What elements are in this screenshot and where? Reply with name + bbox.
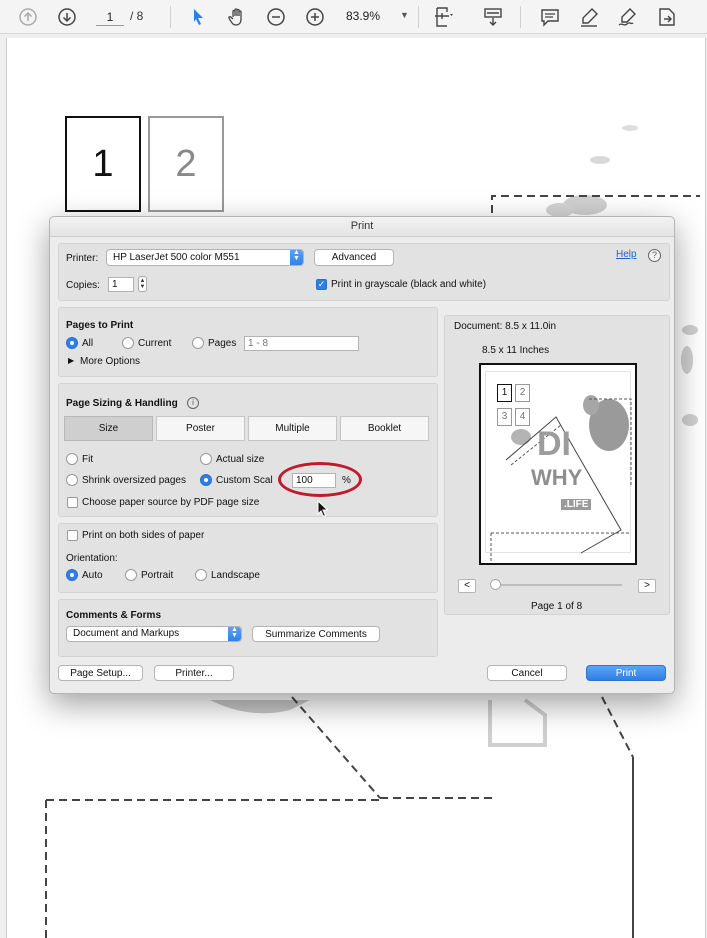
background-page-box-2: 2 bbox=[148, 116, 224, 212]
duplex-label: Print on both sides of paper bbox=[82, 530, 205, 541]
printer-select[interactable]: HP LaserJet 500 color M551 ▲ ▼ bbox=[106, 249, 304, 266]
printer-label: Printer: bbox=[66, 253, 99, 264]
grayscale-checkbox[interactable]: ✓ bbox=[316, 279, 327, 290]
current-page-label: Current bbox=[138, 338, 172, 349]
page-setup-button[interactable]: Page Setup... bbox=[58, 665, 143, 681]
fit-label: Fit bbox=[82, 454, 94, 465]
dialog-title: Print bbox=[50, 217, 674, 237]
cancel-button[interactable]: Cancel bbox=[487, 665, 567, 681]
annotation-highlight-ellipse bbox=[278, 462, 362, 497]
pages-to-print-heading: Pages to Print bbox=[66, 320, 134, 331]
advanced-button[interactable]: Advanced bbox=[314, 249, 394, 266]
mouse-cursor-icon bbox=[317, 500, 329, 518]
custom-scale-radio[interactable] bbox=[200, 474, 212, 486]
tab-multiple[interactable]: Multiple bbox=[248, 416, 337, 441]
custom-scale-label: Custom Scal bbox=[216, 475, 273, 486]
chevron-updown-icon: ▲ ▼ bbox=[290, 250, 303, 265]
grayscale-label: Print in grayscale (black and white) bbox=[331, 279, 487, 290]
preview-prev-button[interactable]: < bbox=[458, 579, 476, 593]
paper-source-checkbox[interactable] bbox=[67, 497, 78, 508]
document-size-label: Document: 8.5 x 11.0in bbox=[454, 321, 557, 332]
comments-forms-select[interactable]: Document and Markups ▲ ▼ bbox=[66, 626, 242, 642]
paper-size-label: 8.5 x 11 Inches bbox=[482, 345, 550, 356]
orientation-portrait-label: Portrait bbox=[141, 570, 174, 581]
preview-slider-thumb[interactable] bbox=[490, 579, 501, 590]
background-page-box-1: 1 bbox=[65, 116, 141, 212]
paper-source-label: Choose paper source by PDF page size bbox=[82, 497, 260, 508]
preview-page-label: Page 1 of 8 bbox=[531, 601, 583, 612]
help-icon[interactable]: ? bbox=[648, 249, 661, 262]
chevron-updown-icon: ▲ ▼ bbox=[228, 627, 241, 641]
orientation-landscape-radio[interactable] bbox=[195, 569, 207, 581]
help-link[interactable]: Help bbox=[616, 249, 637, 260]
shrink-oversized-radio[interactable] bbox=[66, 474, 78, 486]
orientation-heading: Orientation: bbox=[66, 553, 118, 564]
tab-booklet[interactable]: Booklet bbox=[340, 416, 429, 441]
summarize-comments-button[interactable]: Summarize Comments bbox=[252, 626, 380, 642]
print-preview-thumbnail: 1 2 3 4 DI WHY .LIFE bbox=[479, 363, 637, 565]
current-page-radio[interactable] bbox=[122, 337, 134, 349]
page-range-input[interactable] bbox=[244, 336, 359, 351]
preview-art-text-why: WHY bbox=[531, 465, 583, 490]
orientation-portrait-radio[interactable] bbox=[125, 569, 137, 581]
print-button[interactable]: Print bbox=[586, 665, 666, 681]
shrink-oversized-label: Shrink oversized pages bbox=[82, 475, 186, 486]
page-range-label: Pages bbox=[208, 338, 237, 349]
printer-value: HP LaserJet 500 color M551 bbox=[113, 252, 240, 263]
printer-button[interactable]: Printer... bbox=[154, 665, 234, 681]
copies-stepper[interactable]: ▲ ▼ bbox=[138, 276, 147, 292]
orientation-landscape-label: Landscape bbox=[211, 570, 260, 581]
info-icon[interactable]: i bbox=[187, 397, 199, 409]
fit-radio[interactable] bbox=[66, 453, 78, 465]
preview-slider-track bbox=[492, 584, 622, 586]
more-options-toggle[interactable]: More Options bbox=[80, 356, 140, 367]
tab-size[interactable]: Size bbox=[64, 416, 153, 441]
triangle-right-icon[interactable]: ▶ bbox=[68, 356, 74, 365]
all-pages-label: All bbox=[82, 338, 94, 349]
preview-artwork bbox=[490, 395, 632, 561]
orientation-auto-radio[interactable] bbox=[66, 569, 78, 581]
page-sizing-heading: Page Sizing & Handling bbox=[66, 398, 178, 409]
tab-poster[interactable]: Poster bbox=[156, 416, 245, 441]
preview-art-text-life: .LIFE bbox=[561, 499, 592, 510]
preview-next-button[interactable]: > bbox=[638, 579, 656, 593]
preview-art-text-di: DI bbox=[537, 425, 571, 463]
actual-size-label: Actual size bbox=[216, 454, 265, 465]
actual-size-radio[interactable] bbox=[200, 453, 212, 465]
comments-forms-value: Document and Markups bbox=[73, 628, 180, 639]
orientation-auto-label: Auto bbox=[82, 570, 103, 581]
comments-forms-heading: Comments & Forms bbox=[66, 610, 162, 621]
copies-input[interactable] bbox=[108, 277, 134, 292]
page-range-radio[interactable] bbox=[192, 337, 204, 349]
all-pages-radio[interactable] bbox=[66, 337, 78, 349]
duplex-checkbox[interactable] bbox=[67, 530, 78, 541]
copies-label: Copies: bbox=[66, 280, 100, 291]
